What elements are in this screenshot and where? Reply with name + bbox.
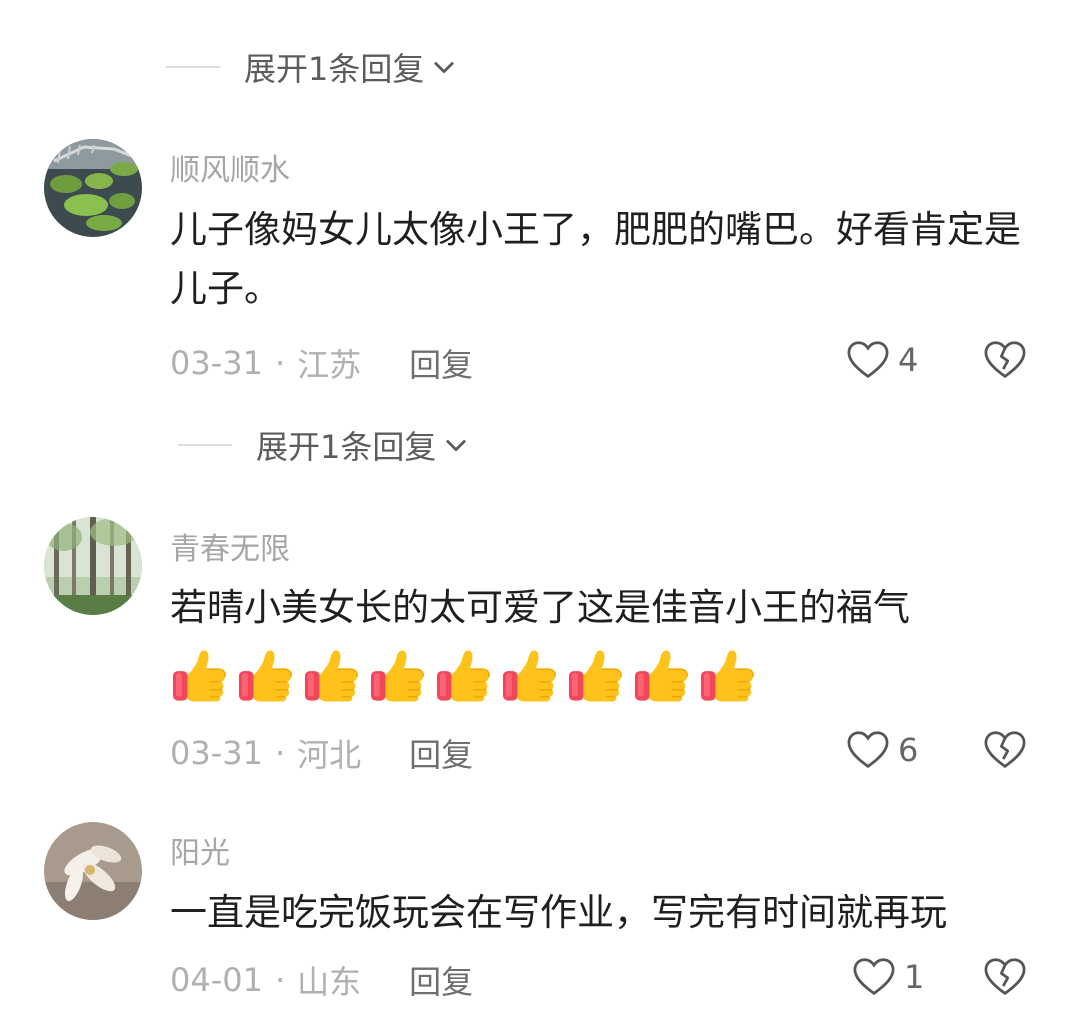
like-count: 6 — [898, 731, 919, 769]
reply-button[interactable]: 回复 — [409, 730, 473, 776]
thumbs-up-emoji-icon — [436, 650, 490, 702]
avatar-image — [44, 822, 142, 920]
like-button[interactable]: 1 — [852, 957, 924, 997]
reply-button[interactable]: 回复 — [409, 340, 473, 386]
heart-icon — [853, 958, 895, 996]
username[interactable]: 青春无限 — [170, 524, 290, 568]
avatar-image — [44, 517, 142, 615]
like-button[interactable]: 4 — [846, 340, 918, 380]
expand-replies-label: 展开1条回复 — [244, 50, 425, 88]
comment-location: 河北 — [297, 736, 362, 774]
comment-date: 04-01 — [170, 961, 263, 999]
thumbs-up-emoji-icon — [370, 650, 424, 702]
thumbs-up-emoji-icon — [304, 650, 358, 702]
heart-icon — [847, 341, 889, 379]
thumbs-up-emoji-icon — [634, 650, 688, 702]
comment-meta: 04-01 · 山东 回复 — [170, 957, 473, 1003]
thumbs-up-emoji-icon — [238, 650, 292, 702]
comment-text: 儿子像妈女儿太像小王了，肥肥的嘴巴。好看肯定是儿子。 — [170, 208, 1021, 310]
thumbs-up-emoji-icon — [568, 650, 622, 702]
comment-text: 一直是吃完饭玩会在写作业，写完有时间就再玩 — [170, 891, 947, 934]
comment-location: 山东 — [297, 963, 362, 1001]
meta-separator: · — [274, 734, 286, 772]
avatar[interactable] — [44, 139, 142, 237]
broken-heart-icon[interactable] — [983, 730, 1027, 770]
meta-separator: · — [274, 344, 286, 382]
reply-button[interactable]: 回复 — [409, 957, 473, 1003]
thumbs-up-emoji-icon — [172, 650, 226, 702]
broken-heart-icon[interactable] — [983, 957, 1027, 997]
meta-separator: · — [274, 961, 286, 999]
username[interactable]: 顺风顺水 — [170, 145, 290, 189]
expand-replies-button[interactable]: 展开1条回复 — [178, 422, 470, 468]
comment-date: 03-31 — [170, 734, 263, 772]
thumbs-up-emoji-icon — [502, 650, 556, 702]
emoji-row — [170, 645, 757, 705]
avatar[interactable] — [44, 822, 142, 920]
expand-replies-label: 展开1条回复 — [256, 428, 437, 466]
heart-icon — [847, 731, 889, 769]
like-count: 1 — [904, 958, 925, 996]
expand-replies-button[interactable]: 展开1条回复 — [166, 44, 458, 90]
like-button[interactable]: 6 — [846, 730, 918, 770]
broken-heart-icon[interactable] — [983, 340, 1027, 380]
thumbs-up-emoji-icon — [700, 650, 754, 702]
avatar-image — [44, 139, 142, 237]
comment-meta: 03-31 · 河北 回复 — [170, 730, 473, 776]
comment-location: 江苏 — [297, 346, 362, 384]
chevron-down-icon — [434, 62, 454, 74]
comment-text: 若晴小美女长的太可爱了这是佳音小王的福气 — [170, 586, 910, 629]
divider-line — [178, 444, 232, 446]
avatar[interactable] — [44, 517, 142, 615]
comment-meta: 03-31 · 江苏 回复 — [170, 340, 473, 386]
username[interactable]: 阳光 — [170, 828, 230, 872]
comment-date: 03-31 — [170, 344, 263, 382]
divider-line — [166, 66, 220, 68]
like-count: 4 — [898, 341, 919, 379]
chevron-down-icon — [446, 440, 466, 452]
